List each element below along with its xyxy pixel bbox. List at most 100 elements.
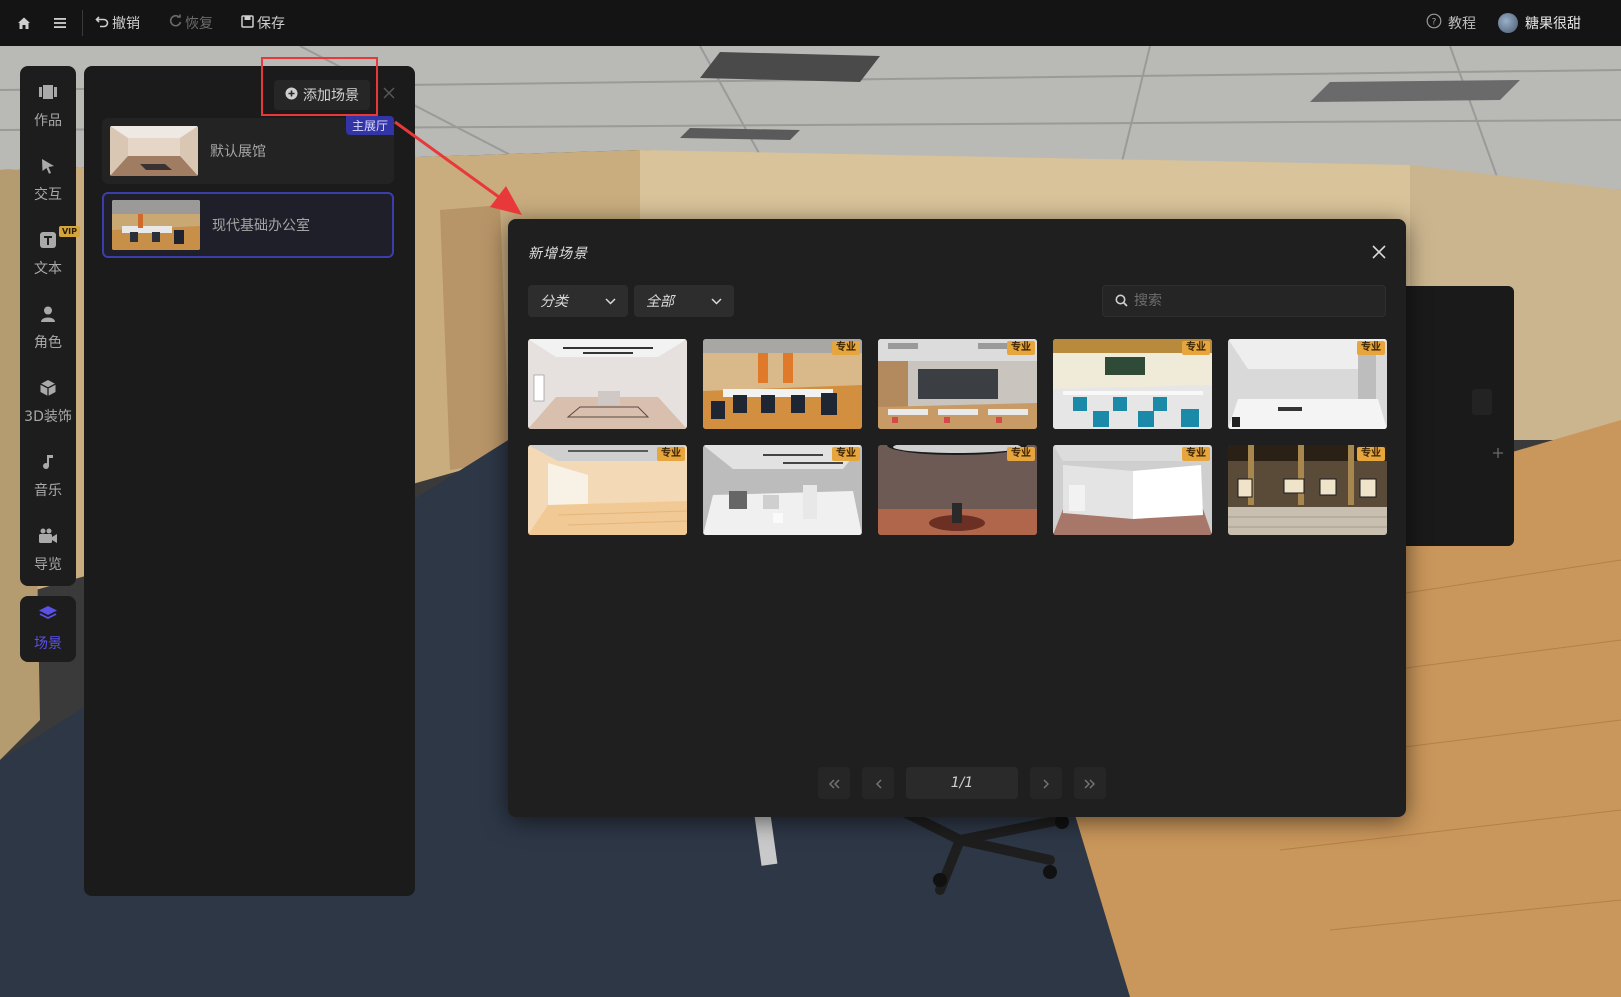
undo-icon <box>95 14 109 32</box>
template-card[interactable]: 专业 <box>528 445 687 535</box>
scene-thumbnail <box>112 200 200 250</box>
sidebar-item-3d-decor[interactable]: 3D装饰 <box>20 374 76 448</box>
next-page-button[interactable] <box>1030 767 1062 799</box>
template-card[interactable] <box>528 339 687 429</box>
template-card[interactable]: 专业 <box>1053 445 1212 535</box>
stepper-control[interactable] <box>1472 389 1492 415</box>
close-icon[interactable] <box>1368 241 1390 263</box>
undo-button[interactable]: 撤销 <box>95 13 140 33</box>
chevron-down-icon <box>605 293 616 309</box>
template-card[interactable]: 专业 <box>703 445 862 535</box>
sidebar-item-tour[interactable]: 导览 <box>20 522 76 596</box>
first-page-button[interactable] <box>818 767 850 799</box>
scene-card-modern-office[interactable]: 现代基础办公室 <box>102 192 394 258</box>
sidebar-item-label: 文本 <box>34 261 62 277</box>
music-icon <box>36 450 60 474</box>
prev-page-button[interactable] <box>862 767 894 799</box>
chevron-left-icon <box>875 774 882 793</box>
avatar <box>1498 13 1518 33</box>
filter-dropdown-value: 全部 <box>646 294 674 310</box>
user-menu[interactable]: 糖果很甜 <box>1498 13 1581 33</box>
tutorial-link[interactable]: ? 教程 <box>1426 13 1476 33</box>
top-toolbar: 撤销 恢复 保存 ? 教程 糖果很甜 <box>0 0 1621 46</box>
redo-icon <box>168 14 182 32</box>
pointer-icon <box>36 154 60 178</box>
scene-name: 现代基础办公室 <box>212 218 310 234</box>
layers-icon <box>38 605 58 627</box>
save-icon <box>241 14 254 32</box>
scene-name: 默认展馆 <box>210 144 266 160</box>
cube-icon <box>36 376 60 400</box>
pro-badge: 专业 <box>1007 341 1035 355</box>
sidebar-item-works[interactable]: 作品 <box>20 78 76 152</box>
pagination: 1/1 <box>818 767 1106 799</box>
scene-card-default[interactable]: 主展厅 默认展馆 <box>102 116 394 184</box>
vip-badge: VIP <box>58 226 80 237</box>
sidebar-item-label: 音乐 <box>34 483 62 499</box>
filter-dropdown[interactable]: 全部 <box>634 285 734 317</box>
home-icon[interactable] <box>12 11 36 35</box>
pro-badge: 专业 <box>832 341 860 355</box>
main-hall-badge: 主展厅 <box>345 116 394 135</box>
sidebar-item-scene[interactable]: 场景 <box>20 596 76 662</box>
pro-badge: 专业 <box>1182 341 1210 355</box>
search-input[interactable] <box>1134 293 1374 309</box>
save-button[interactable]: 保存 <box>241 13 285 33</box>
pro-badge: 专业 <box>1357 341 1385 355</box>
pro-badge: 专业 <box>1007 447 1035 461</box>
page-indicator: 1/1 <box>906 767 1018 799</box>
add-scene-highlight <box>261 57 378 116</box>
close-icon[interactable] <box>378 82 400 104</box>
last-page-button[interactable] <box>1074 767 1106 799</box>
template-grid: 专业 专业 专业 专业 专业 专业 专业 专业 专业 <box>528 339 1388 535</box>
category-dropdown[interactable]: 分类 <box>528 285 628 317</box>
sidebar-item-interaction[interactable]: 交互 <box>20 152 76 226</box>
works-icon <box>36 80 60 104</box>
sidebar-item-label: 作品 <box>34 113 62 129</box>
add-scene-modal: 新增场景 分类 全部 专业 专业 专业 <box>508 219 1406 817</box>
text-icon <box>36 228 60 252</box>
sidebar-item-label: 导览 <box>34 557 62 573</box>
modal-title: 新增场景 <box>528 246 588 262</box>
save-label: 保存 <box>257 16 285 32</box>
search-icon <box>1115 292 1128 311</box>
sidebar-item-label: 交互 <box>34 187 62 203</box>
template-card[interactable]: 专业 <box>1228 339 1387 429</box>
sidebar-item-label: 场景 <box>34 636 62 652</box>
redo-label: 恢复 <box>185 16 213 32</box>
chevron-right-icon <box>1043 774 1050 793</box>
redo-button[interactable]: 恢复 <box>168 13 213 33</box>
svg-text:?: ? <box>1432 18 1437 28</box>
sidebar-item-text[interactable]: VIP 文本 <box>20 226 80 300</box>
help-icon: ? <box>1426 13 1442 33</box>
sidebar-item-music[interactable]: 音乐 <box>20 448 76 522</box>
template-card[interactable]: 专业 <box>878 445 1037 535</box>
double-chevron-right-icon <box>1084 774 1096 793</box>
template-card[interactable]: 专业 <box>1053 339 1212 429</box>
sidebar-item-label: 3D装饰 <box>24 409 72 425</box>
scene-list-panel: 添加场景 主展厅 默认展馆 现代基础办公室 <box>84 66 415 896</box>
category-dropdown-value: 分类 <box>540 294 568 310</box>
chevron-down-icon <box>711 293 722 309</box>
pro-badge: 专业 <box>1357 447 1385 461</box>
tutorial-label: 教程 <box>1448 16 1476 32</box>
toolbar-divider <box>82 10 83 36</box>
scene-thumbnail <box>110 126 198 176</box>
undo-label: 撤销 <box>112 16 140 32</box>
double-chevron-left-icon <box>828 774 840 793</box>
sidebar-item-character[interactable]: 角色 <box>20 300 76 374</box>
plus-icon[interactable] <box>1488 443 1508 463</box>
template-card[interactable]: 专业 <box>878 339 1037 429</box>
left-toolbar: 作品 交互 VIP 文本 角色 3D装饰 音乐 导览 <box>20 66 80 586</box>
template-card[interactable]: 专业 <box>1228 445 1387 535</box>
pro-badge: 专业 <box>1182 447 1210 461</box>
pro-badge: 专业 <box>832 447 860 461</box>
username: 糖果很甜 <box>1525 16 1581 32</box>
sidebar-item-label: 角色 <box>34 335 62 351</box>
camera-icon <box>36 524 60 548</box>
person-icon <box>36 302 60 326</box>
template-card[interactable]: 专业 <box>703 339 862 429</box>
pro-badge: 专业 <box>657 447 685 461</box>
menu-icon[interactable] <box>48 11 72 35</box>
search-box[interactable] <box>1102 285 1386 317</box>
